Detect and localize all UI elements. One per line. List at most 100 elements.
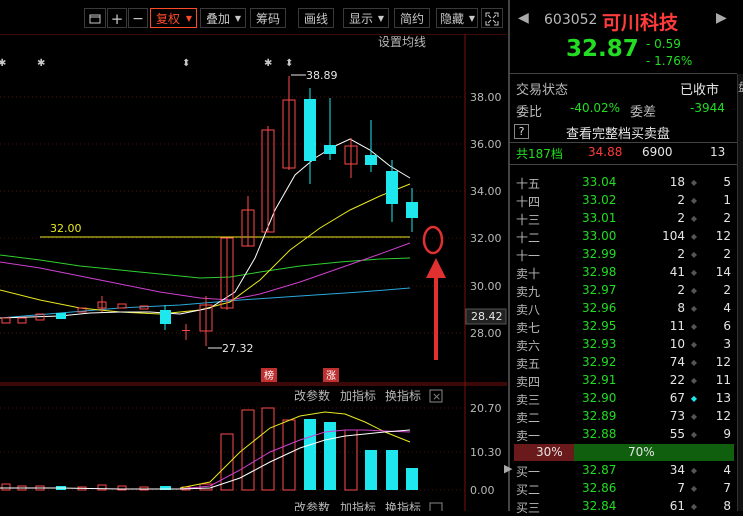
order-volume: 2 (677, 283, 685, 297)
order-count: 4 (723, 463, 731, 477)
event-marker-icon[interactable]: ✱ (37, 58, 45, 69)
stock-name: 可川科技 (602, 12, 679, 34)
jianyue-button[interactable]: 简约 (394, 8, 430, 28)
change-params-button[interactable]: 改参数 (294, 388, 330, 403)
help-icon[interactable]: ? (514, 124, 529, 139)
chart-toolbar: + − 复权 ▼ 叠加 ▼ 筹码 画线 显示 ▼ 简约 隐藏 ▼ (0, 0, 507, 34)
diejia-dropdown[interactable]: 叠加 ▼ (200, 8, 246, 28)
order-book-row[interactable]: 卖二 32.89 73 12 ◆ (510, 408, 737, 426)
yincang-label: 隐藏 (440, 12, 465, 26)
order-count: 1 (723, 193, 731, 207)
diamond-icon: ◆ (690, 196, 697, 205)
order-book-row[interactable]: 十一 32.99 2 2 ◆ (510, 246, 737, 264)
order-level-label: 十二 (516, 231, 541, 245)
order-book-row[interactable]: 十五 33.04 18 5 ◆ (510, 174, 737, 192)
diejia-label: 叠加 (206, 12, 231, 26)
chouma-button[interactable]: 筹码 (250, 8, 286, 28)
order-price: 32.92 (582, 355, 617, 369)
diamond-icon: ◆ (690, 412, 697, 421)
order-count: 6 (723, 319, 731, 333)
full-book-link[interactable]: 查看完整档买卖盘 (566, 123, 670, 142)
ma-line-green (0, 254, 411, 279)
event-marker-icon[interactable]: ⬍ (285, 58, 293, 69)
order-volume: 55 (669, 427, 685, 441)
order-volume: 18 (669, 175, 685, 189)
fullscreen-icon[interactable] (481, 8, 503, 28)
order-level-label: 十五 (516, 177, 541, 191)
caret-down-icon: ▼ (377, 14, 384, 23)
weicha-value: -3944 (690, 101, 725, 115)
order-count: 12 (715, 355, 731, 369)
diamond-icon: ◆ (690, 322, 697, 331)
trade-status-value: 已收市 (680, 83, 720, 98)
side-strip[interactable]: 盘 (737, 74, 743, 511)
order-level-label: 卖八 (516, 303, 541, 317)
next-stock-icon[interactable]: ▶ (716, 10, 727, 26)
order-price: 32.99 (582, 247, 617, 261)
diamond-icon: ◆ (690, 250, 697, 259)
order-book-row[interactable]: 十四 33.02 2 1 ◆ (510, 192, 737, 210)
order-price: 32.86 (582, 481, 617, 495)
zoom-in-button[interactable]: + (107, 8, 127, 28)
last-price: 32.87 (566, 36, 639, 62)
order-level-label: 卖六 (516, 339, 541, 353)
order-book-row[interactable]: 卖五 32.92 74 12 ◆ (510, 354, 737, 372)
collapse-arrow-icon[interactable]: ▶ (504, 462, 512, 475)
change-params-button-2[interactable]: 改参数 (294, 500, 330, 511)
zoom-out-button[interactable]: − (128, 8, 148, 28)
order-volume: 22 (669, 373, 685, 387)
diamond-icon: ◆ (690, 484, 697, 493)
price-tick: 32.00 (470, 232, 502, 245)
order-count: 12 (715, 229, 731, 243)
order-book-row[interactable]: 卖七 32.95 11 6 ◆ (510, 318, 737, 336)
order-level-label: 卖五 (516, 357, 541, 371)
diamond-icon: ◆ (690, 232, 697, 241)
close-indicator-button-2[interactable] (429, 502, 443, 511)
order-count: 3 (723, 337, 731, 351)
order-volume: 74 (669, 355, 685, 369)
order-level-label: 卖十 (516, 267, 541, 281)
order-book-row[interactable]: 卖三 32.90 67 13 ◆ (510, 390, 737, 408)
diamond-icon: ◆ (690, 430, 697, 439)
quote-panel: ◀ 603052 可川科技 ▶ 32.87 - 0.59 - 1.76% 交易状… (504, 0, 743, 515)
book-summary-label: 共187档 (516, 147, 563, 161)
switch-indicator-button-2[interactable]: 换指标 (385, 500, 421, 511)
fuquan-label: 复权 (156, 12, 181, 26)
order-book-row[interactable]: 卖六 32.93 10 3 ◆ (510, 336, 737, 354)
event-marker-icon[interactable]: ✱ (0, 58, 6, 69)
prev-stock-icon[interactable]: ◀ (518, 10, 529, 26)
order-book-row[interactable]: 卖八 32.96 8 4 ◆ (510, 300, 737, 318)
add-indicator-button-2[interactable]: 加指标 (340, 500, 376, 511)
window-icon[interactable] (84, 8, 106, 28)
xianshi-dropdown[interactable]: 显示 ▼ (343, 8, 389, 28)
switch-indicator-button[interactable]: 换指标 (385, 388, 421, 403)
order-level-label: 卖九 (516, 285, 541, 299)
fuquan-dropdown[interactable]: 复权 ▼ (150, 8, 197, 28)
order-book-row[interactable]: 买二 32.86 7 7 ◆ (510, 480, 737, 498)
sell-ratio: 30% (536, 445, 563, 459)
order-book-row[interactable]: 卖一 32.88 55 9 ◆ (510, 426, 737, 444)
order-book-row[interactable]: 买一 32.87 34 4 ◆ (510, 462, 737, 480)
order-price: 32.91 (582, 373, 617, 387)
order-count: 13 (715, 391, 731, 405)
order-book-row[interactable]: 卖四 32.91 22 11 ◆ (510, 372, 737, 390)
settings-ma-button[interactable]: 设置均线 (378, 35, 426, 49)
order-book-row[interactable]: 卖九 32.97 2 2 ◆ (510, 282, 737, 300)
order-book-row[interactable]: 十二 33.00 104 12 ◆ (510, 228, 737, 246)
yincang-dropdown[interactable]: 隐藏 ▼ (436, 8, 478, 28)
diamond-icon: ◆ (690, 358, 697, 367)
order-count: 5 (723, 175, 731, 189)
candles (1, 76, 418, 346)
add-indicator-button[interactable]: 加指标 (340, 388, 376, 403)
order-book-row[interactable]: 卖十 32.98 41 14 ◆ (510, 264, 737, 282)
order-book-row[interactable]: 十三 33.01 2 2 ◆ (510, 210, 737, 228)
order-volume: 2 (677, 247, 685, 261)
reference-line-label: 32.00 (50, 222, 82, 235)
event-marker-icon[interactable]: ✱ (264, 58, 272, 69)
highlight-circle (422, 225, 444, 255)
order-book-row[interactable]: 买三 32.84 61 8 ◆ (510, 498, 737, 516)
event-marker-icon[interactable]: ⬍ (182, 58, 190, 69)
huaxian-button[interactable]: 画线 (298, 8, 334, 28)
kline-chart[interactable]: 38.00 36.00 34.00 32.00 30.00 28.00 28.4… (0, 34, 507, 511)
diamond-icon: ◆ (690, 286, 697, 295)
